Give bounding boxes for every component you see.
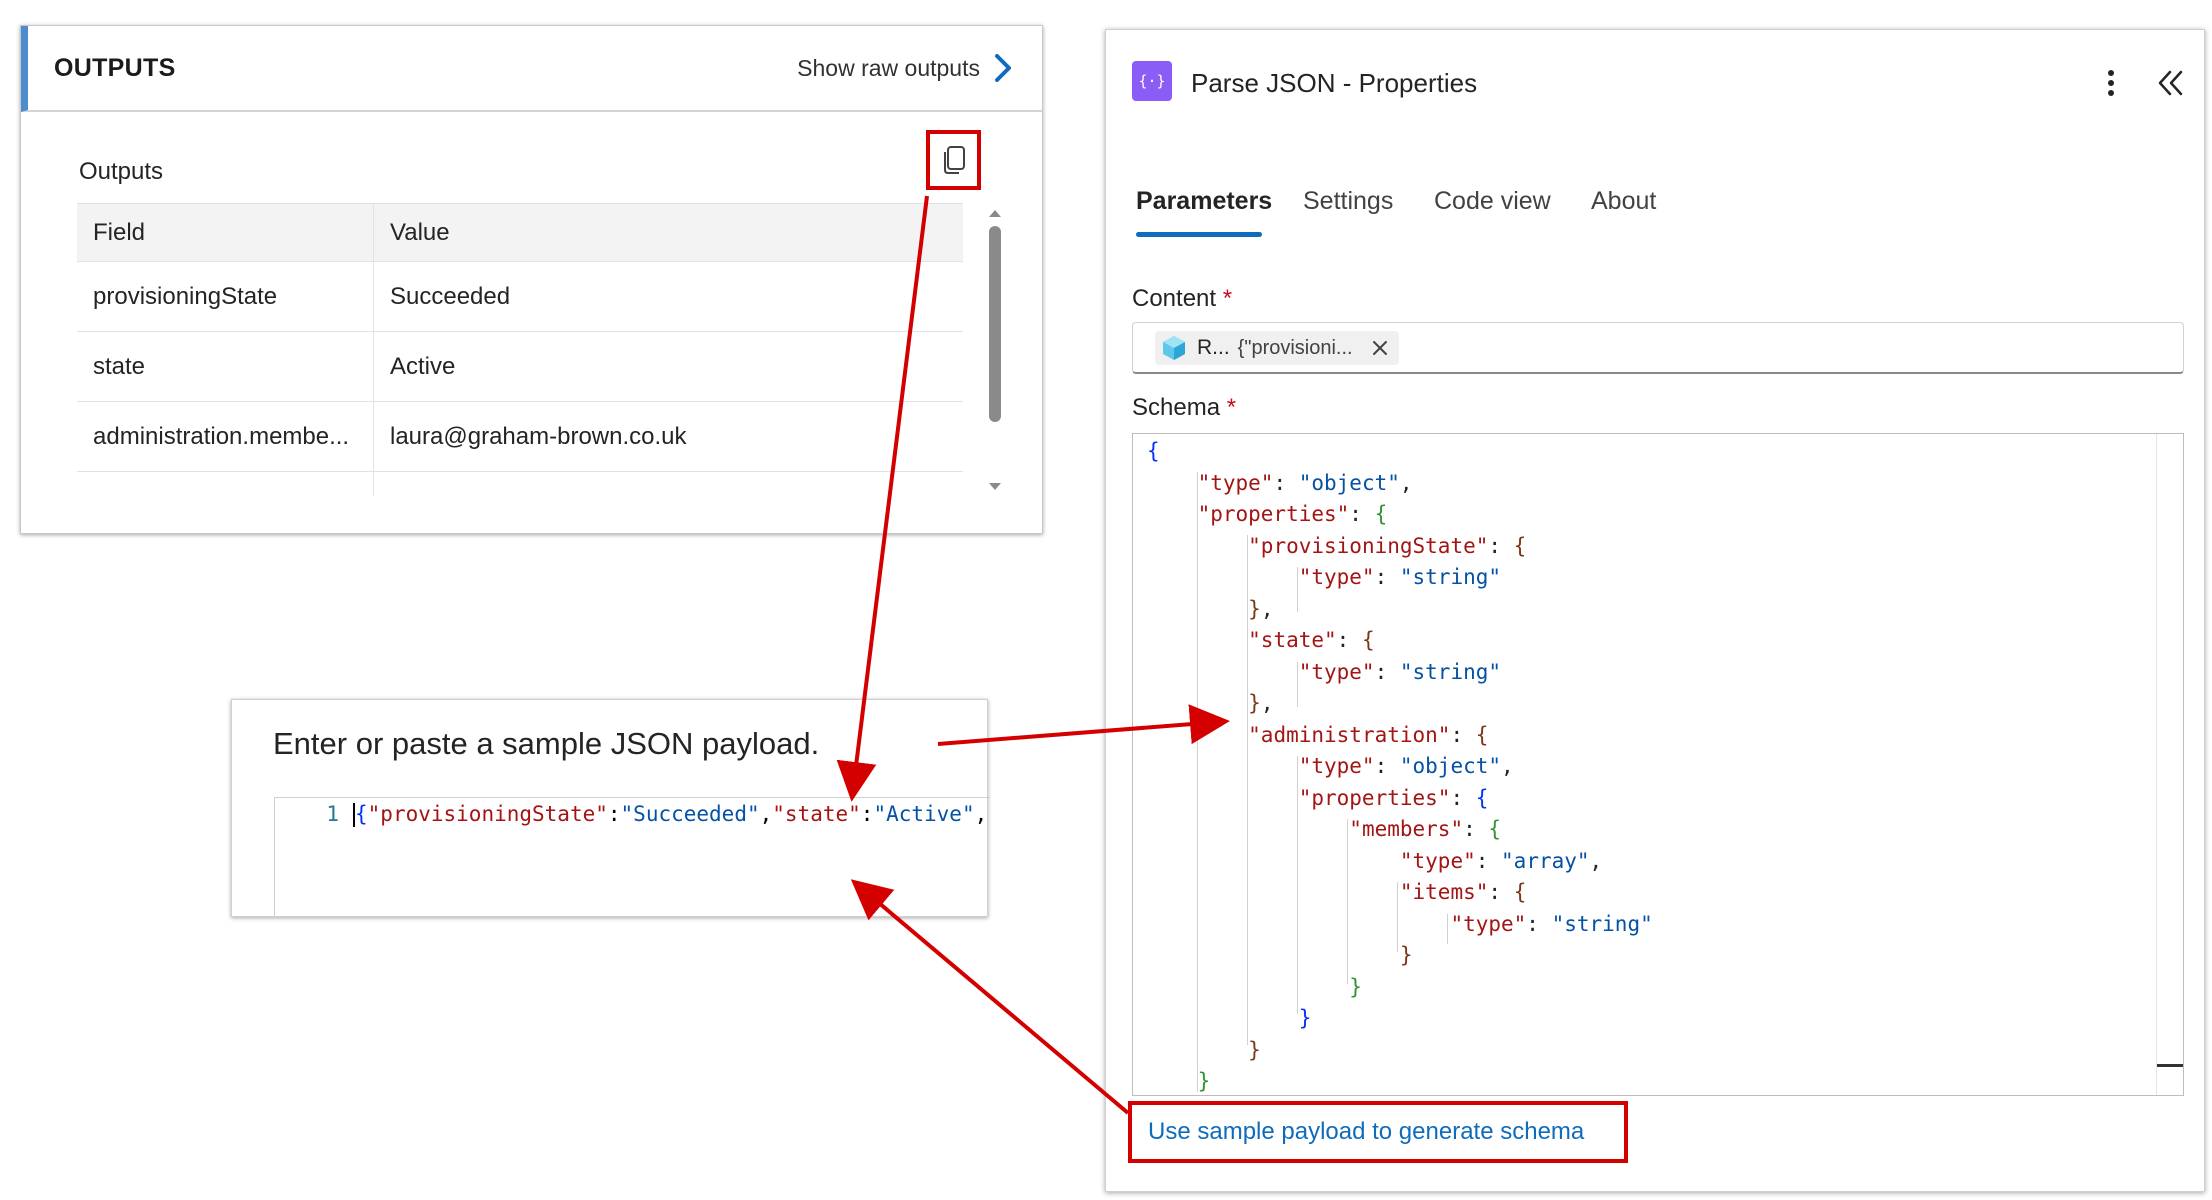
code-punct: : — [607, 802, 621, 826]
schema-label: Schema * — [1132, 394, 1236, 422]
scroll-position-mark — [2157, 1064, 2183, 1067]
show-raw-outputs-link[interactable]: Show raw outputs — [797, 54, 1012, 82]
tab-settings[interactable]: Settings — [1303, 187, 1393, 216]
scroll-up-icon — [989, 210, 1001, 217]
content-label-text: Content — [1132, 285, 1217, 312]
required-mark: * — [1222, 285, 1233, 312]
sample-payload-dialog: Enter or paste a sample JSON payload. 1 {… — [231, 699, 990, 918]
table-row[interactable]: state Active — [77, 332, 963, 402]
table-header-field: Field — [77, 204, 374, 261]
schema-label-text: Schema — [1132, 394, 1221, 421]
table-cell-field: state — [77, 332, 374, 401]
outputs-header: OUTPUTS Show raw outputs — [21, 26, 1042, 112]
outputs-title: OUTPUTS — [54, 54, 176, 82]
table-header-row: Field Value — [77, 204, 963, 262]
schema-editor[interactable]: { "type": "object", "properties": { "pro… — [1132, 433, 2184, 1096]
code-punct: , — [759, 802, 773, 826]
copy-icon — [943, 146, 965, 174]
code-key: "state" — [772, 802, 861, 826]
sample-payload-editor[interactable]: 1 {"provisioningState":"Succeeded","state… — [274, 797, 990, 918]
copy-button[interactable] — [926, 130, 981, 190]
scrollbar-thumb[interactable] — [989, 226, 1001, 422]
sample-payload-title: Enter or paste a sample JSON payload. — [273, 726, 820, 761]
more-options-icon[interactable] — [2096, 66, 2126, 100]
token-name: R... — [1197, 336, 1230, 359]
table-cell-value: Succeeded — [390, 282, 511, 310]
resource-cube-icon — [1163, 336, 1185, 360]
parse-json-icon: {·} — [1132, 61, 1172, 101]
schema-scrollbar[interactable] — [2156, 434, 2183, 1095]
outputs-panel: OUTPUTS Show raw outputs Outputs Field V… — [20, 25, 1043, 534]
tab-about[interactable]: About — [1591, 187, 1656, 216]
line-number: 1 — [326, 802, 339, 826]
tab-code-view[interactable]: Code view — [1434, 187, 1551, 216]
content-label: Content * — [1132, 285, 1232, 313]
code-key: "provisioningState" — [367, 802, 608, 826]
code-punct: : — [860, 802, 874, 826]
table-cell-value — [374, 472, 963, 496]
code-string: "Succeeded" — [620, 802, 760, 826]
parse-json-panel: {·} Parse JSON - Properties Parameters S… — [1105, 29, 2205, 1192]
code-punct: ,' — [974, 802, 990, 826]
required-mark: * — [1226, 394, 1237, 421]
table-cell-field: provisioningState — [77, 262, 374, 331]
content-input[interactable]: R... {"provisioni... — [1132, 322, 2184, 374]
scroll-down-icon — [989, 483, 1001, 490]
table-header-value: Value — [390, 218, 450, 246]
generate-schema-link[interactable]: Use sample payload to generate schema — [1128, 1101, 1628, 1163]
code-string: "Active" — [873, 802, 975, 826]
dynamic-content-token[interactable]: R... {"provisioni... — [1155, 331, 1399, 365]
table-row[interactable]: provisioningState Succeeded — [77, 262, 963, 332]
outputs-scrollbar[interactable] — [983, 204, 1007, 496]
table-row[interactable]: administration.membe... laura@graham-bro… — [77, 402, 963, 472]
close-icon[interactable] — [1371, 339, 1389, 357]
table-cell-value: Active — [390, 352, 456, 380]
outputs-table: Field Value provisioningState Succeeded … — [77, 203, 963, 496]
table-cell-field: administration.membe... — [77, 402, 374, 471]
show-raw-outputs-label: Show raw outputs — [797, 54, 980, 81]
code-brace: { — [355, 802, 368, 826]
schema-code: { "type": "object", "properties": { "pro… — [1147, 439, 1653, 1093]
arrow-link-to-payload — [850, 879, 1130, 1115]
active-tab-indicator — [1136, 232, 1262, 237]
table-cell-field — [77, 472, 374, 496]
chevron-right-icon — [995, 54, 1011, 82]
tab-parameters[interactable]: Parameters — [1136, 187, 1272, 216]
token-value: {"provisioni... — [1237, 336, 1353, 359]
table-cell-value: laura@graham-brown.co.uk — [390, 422, 687, 450]
panel-title: Parse JSON - Properties — [1191, 68, 1478, 98]
outputs-section-label: Outputs — [79, 158, 164, 185]
table-row[interactable] — [77, 472, 963, 496]
editor-line: 1 {"provisioningState":"Succeeded","state… — [275, 802, 990, 827]
collapse-panel-icon[interactable] — [2154, 68, 2188, 98]
